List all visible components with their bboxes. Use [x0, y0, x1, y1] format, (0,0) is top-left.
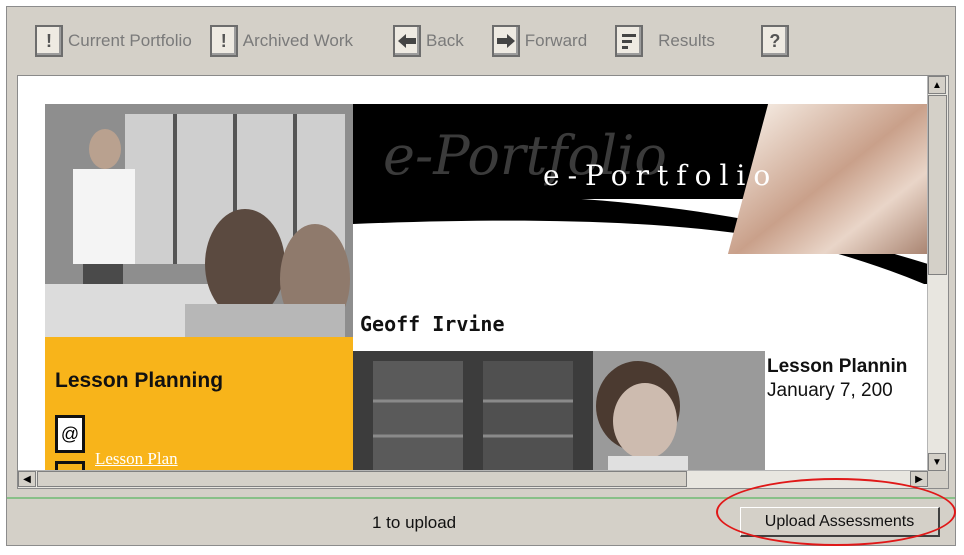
upload-assessments-button[interactable]: Upload Assessments [740, 507, 940, 537]
eportfolio-banner: e-Portfolio e-Portfolio [353, 104, 928, 319]
vertical-scroll-thumb[interactable] [928, 95, 947, 275]
email-icon: @ [55, 415, 85, 453]
lesson-planning-date: January 7, 200 [767, 380, 893, 401]
results-icon [615, 25, 644, 57]
archived-work-icon: ! [209, 25, 238, 57]
scroll-right-button[interactable]: ▶ [910, 471, 928, 487]
banner-title: e-Portfolio [543, 159, 779, 192]
teacher-photo [353, 351, 765, 471]
back-arrow-icon [393, 25, 421, 57]
back-button[interactable]: Back [393, 21, 464, 61]
help-button[interactable]: ? [760, 21, 794, 61]
results-button[interactable]: Results [615, 21, 715, 61]
back-label: Back [426, 31, 464, 50]
content-viewport[interactable]: e-Portfolio e-Portfolio Geoff Irvine Les… [17, 75, 949, 489]
horizontal-scrollbar[interactable]: ◀ ▶ [18, 470, 928, 488]
archived-work-label: Archived Work [242, 31, 353, 50]
lesson-planning-heading: Lesson Planning [55, 369, 224, 392]
scroll-left-button[interactable]: ◀ [18, 471, 36, 487]
current-portfolio-button[interactable]: ! Current Portfolio [35, 21, 192, 61]
horizontal-scroll-thumb[interactable] [37, 471, 687, 487]
upload-count: 1 to upload [372, 513, 457, 532]
lesson-planning-panel: Lesson Planning @ Lesson Plan [45, 337, 353, 481]
scrollbar-corner [928, 471, 948, 488]
results-label: Results [658, 31, 715, 50]
vertical-scrollbar[interactable]: ▲ ▼ [927, 76, 948, 471]
scroll-up-button[interactable]: ▲ [928, 76, 946, 94]
status-bar: 1 to upload Upload Assessments [7, 497, 955, 545]
archived-work-button[interactable]: ! Archived Work [209, 21, 353, 61]
forward-arrow-icon [491, 25, 520, 57]
toolbar: ! Current Portfolio ! Archived Work Back… [7, 7, 955, 75]
portfolio-window: ! Current Portfolio ! Archived Work Back… [6, 6, 956, 546]
classroom-photo [45, 104, 353, 337]
forward-label: Forward [524, 31, 588, 50]
lesson-planning-title: Lesson Plannin [767, 356, 908, 377]
help-icon: ? [760, 25, 789, 57]
current-portfolio-label: Current Portfolio [68, 31, 192, 50]
current-portfolio-icon: ! [35, 25, 63, 57]
forward-button[interactable]: Forward [491, 21, 588, 61]
scroll-down-button[interactable]: ▼ [928, 453, 946, 471]
lesson-plan-link[interactable]: Lesson Plan [95, 449, 178, 469]
owner-name: Geoff Irvine [360, 312, 505, 336]
